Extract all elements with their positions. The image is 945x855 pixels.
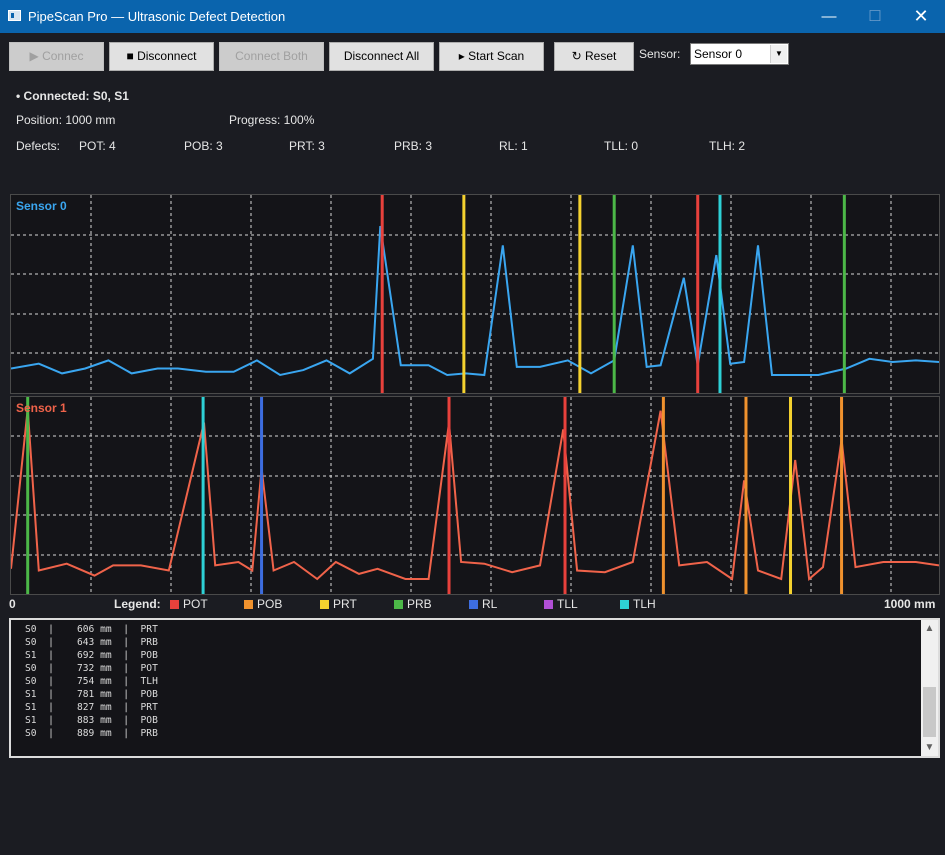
sensor0-label: Sensor 0 — [16, 199, 67, 213]
sensor0-plot: Sensor 0 — [10, 194, 940, 394]
legend-label: TLH — [633, 597, 656, 611]
log-row: S0 | 643 mm | PRB — [25, 637, 158, 648]
log-scrollbar[interactable]: ▲ ▼ — [921, 620, 938, 756]
log-row: S0 | 754 mm | TLH — [25, 676, 158, 687]
sensor-dropdown-value: Sensor 0 — [694, 47, 743, 61]
legend-item-prt: PRT — [320, 597, 357, 611]
axis-start-label: 0 — [9, 597, 16, 611]
connect-both-button[interactable]: Connect Both — [219, 42, 324, 71]
defects-label: Defects: — [16, 139, 61, 153]
position-readout: Position: 1000 mm — [16, 113, 116, 127]
legend-swatch — [620, 599, 629, 609]
title-bar: PipeScan Pro — Ultrasonic Defect Detecti… — [0, 0, 945, 33]
legend-item-rl: RL — [469, 597, 497, 611]
sensor-dropdown[interactable]: Sensor 0 ▼ — [690, 43, 789, 65]
defect-count-pob: POB: 3 — [184, 139, 223, 153]
log-row: S1 | 781 mm | POB — [25, 689, 158, 700]
scroll-thumb[interactable] — [923, 687, 936, 737]
sensor-label: Sensor: — [639, 47, 681, 61]
legend-item-tlh: TLH — [620, 597, 656, 611]
log-row: S1 | 692 mm | POB — [25, 650, 158, 661]
log-row: S0 | 732 mm | POT — [25, 663, 158, 674]
scroll-down-icon[interactable]: ▼ — [921, 739, 938, 756]
defect-count-tlh: TLH: 2 — [709, 139, 746, 153]
legend-swatch — [469, 599, 478, 609]
log-row: S1 | 827 mm | PRT — [25, 702, 158, 713]
defect-count-tll: TLL: 0 — [604, 139, 639, 153]
legend-item-pob: POB — [244, 597, 282, 611]
legend-swatch — [394, 599, 403, 609]
legend-label: TLL — [557, 597, 578, 611]
app-icon — [8, 10, 21, 21]
scroll-up-icon[interactable]: ▲ — [921, 620, 938, 637]
disconnect-all-button[interactable]: Disconnect All — [329, 42, 434, 71]
minimize-button[interactable]: — — [806, 0, 852, 33]
close-button[interactable]: ✕ — [898, 0, 944, 33]
connect-button[interactable]: ▶ Connec — [9, 42, 104, 71]
legend-swatch — [170, 599, 179, 609]
reset-button[interactable]: ↻ Reset — [554, 42, 634, 71]
defect-count-prb: PRB: 3 — [394, 139, 433, 153]
log-row: S0 | 889 mm | PRB — [25, 728, 158, 739]
progress-readout: Progress: 100% — [229, 113, 315, 127]
legend-swatch — [320, 599, 329, 609]
legend-item-prb: PRB — [394, 597, 432, 611]
defect-count-pot: POT: 4 — [79, 139, 116, 153]
sensor1-chart — [11, 397, 939, 594]
legend-label: RL — [482, 597, 498, 611]
disconnect-button[interactable]: ■ Disconnect — [109, 42, 214, 71]
legend-item-tll: TLL — [544, 597, 578, 611]
chevron-down-icon[interactable]: ▼ — [770, 45, 787, 63]
axis-end-label: 1000 mm — [884, 597, 936, 611]
start-scan-button[interactable]: ▸ Start Scan — [439, 42, 544, 71]
legend-swatch — [544, 599, 553, 609]
defect-count-rl: RL: 1 — [499, 139, 528, 153]
sensor1-label: Sensor 1 — [16, 401, 67, 415]
legend-label: POT — [183, 597, 208, 611]
legend-swatch — [244, 599, 253, 609]
sensor1-plot: Sensor 1 — [10, 396, 940, 595]
legend-title: Legend: — [114, 597, 161, 611]
maximize-button[interactable]: ☐ — [852, 0, 898, 33]
legend-label: PRT — [333, 597, 357, 611]
sensor1-trace — [11, 408, 939, 581]
window-title: PipeScan Pro — Ultrasonic Defect Detecti… — [28, 9, 286, 24]
legend-item-pot: POT — [170, 597, 208, 611]
log-row: S0 | 606 mm | PRT — [25, 624, 158, 635]
legend-label: POB — [257, 597, 283, 611]
defect-log-lines: S0 | 606 mm | PRT S0 | 643 mm | PRB S1 | 6… — [25, 623, 158, 740]
defect-count-prt: PRT: 3 — [289, 139, 325, 153]
defect-log[interactable]: S0 | 606 mm | PRT S0 | 643 mm | PRB S1 | 6… — [9, 618, 940, 758]
connection-status: • Connected: S0, S1 — [16, 89, 129, 103]
sensor0-chart — [11, 195, 939, 393]
legend-label: PRB — [407, 597, 432, 611]
log-row: S1 | 883 mm | POB — [25, 715, 158, 726]
